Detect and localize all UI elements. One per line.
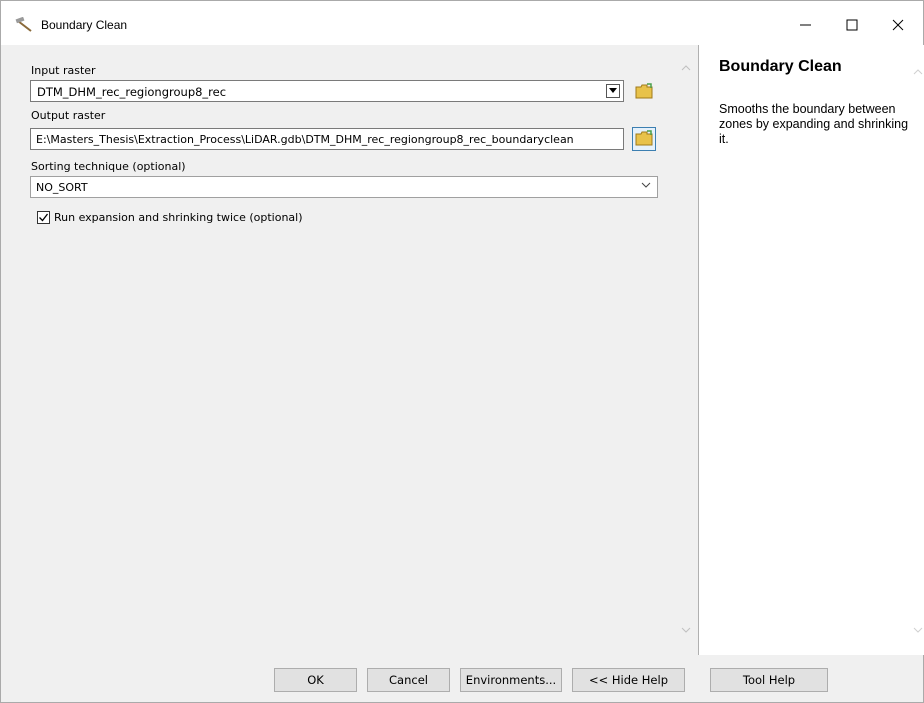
parameters-panel: Input raster DTM_DHM_rec_regiongroup8_re… (9, 45, 695, 655)
help-title: Boundary Clean (719, 58, 842, 75)
output-raster-browse-button[interactable] (632, 127, 656, 151)
output-raster-field[interactable]: E:\Masters_Thesis\Extraction_Process\LiD… (30, 128, 624, 150)
open-folder-icon (635, 82, 653, 102)
output-raster-value: E:\Masters_Thesis\Extraction_Process\LiD… (36, 133, 574, 146)
checkmark-icon (39, 213, 49, 221)
scroll-up-icon[interactable] (912, 67, 924, 79)
help-scrollbar[interactable] (909, 55, 924, 651)
maximize-icon (846, 19, 858, 34)
close-icon (892, 19, 904, 34)
minimize-button[interactable] (783, 9, 829, 43)
dropdown-arrow-icon[interactable] (606, 84, 620, 98)
help-panel: Boundary Clean Smooths the boundary betw… (698, 45, 924, 655)
ok-button[interactable]: OK (274, 668, 357, 692)
scroll-down-icon[interactable] (912, 625, 924, 637)
title-bar[interactable]: Boundary Clean (1, 1, 923, 45)
scroll-down-icon[interactable] (680, 625, 692, 637)
sorting-technique-label: Sorting technique (optional) (31, 160, 186, 173)
sorting-technique-select[interactable]: NO_SORT (30, 176, 658, 198)
boundary-clean-dialog: Boundary Clean Input raster DTM_DHM_rec_… (0, 0, 924, 703)
maximize-button[interactable] (829, 9, 875, 43)
close-button[interactable] (875, 9, 921, 43)
cancel-button[interactable]: Cancel (367, 668, 450, 692)
chevron-down-icon (641, 180, 651, 193)
environments-button[interactable]: Environments... (460, 668, 562, 692)
input-raster-combo[interactable]: DTM_DHM_rec_regiongroup8_rec (30, 80, 624, 102)
input-raster-browse-button[interactable] (632, 80, 656, 104)
scroll-up-icon[interactable] (680, 63, 692, 75)
sorting-technique-value: NO_SORT (36, 181, 88, 194)
output-raster-label: Output raster (31, 109, 106, 122)
run-twice-checkbox[interactable] (37, 210, 50, 224)
minimize-icon (800, 19, 812, 34)
hide-help-button[interactable]: << Hide Help (572, 668, 685, 692)
open-folder-icon (635, 129, 653, 149)
input-raster-value: DTM_DHM_rec_regiongroup8_rec (37, 85, 227, 99)
parameters-scrollbar[interactable] (677, 55, 695, 651)
tool-help-button[interactable]: Tool Help (710, 668, 828, 692)
window-title: Boundary Clean (41, 18, 128, 32)
hammer-icon (15, 16, 35, 33)
run-twice-option[interactable]: Run expansion and shrinking twice (optio… (37, 209, 303, 225)
run-twice-label: Run expansion and shrinking twice (optio… (54, 210, 303, 224)
input-raster-label: Input raster (31, 64, 96, 77)
help-description: Smooths the boundary between zones by ex… (719, 102, 909, 146)
